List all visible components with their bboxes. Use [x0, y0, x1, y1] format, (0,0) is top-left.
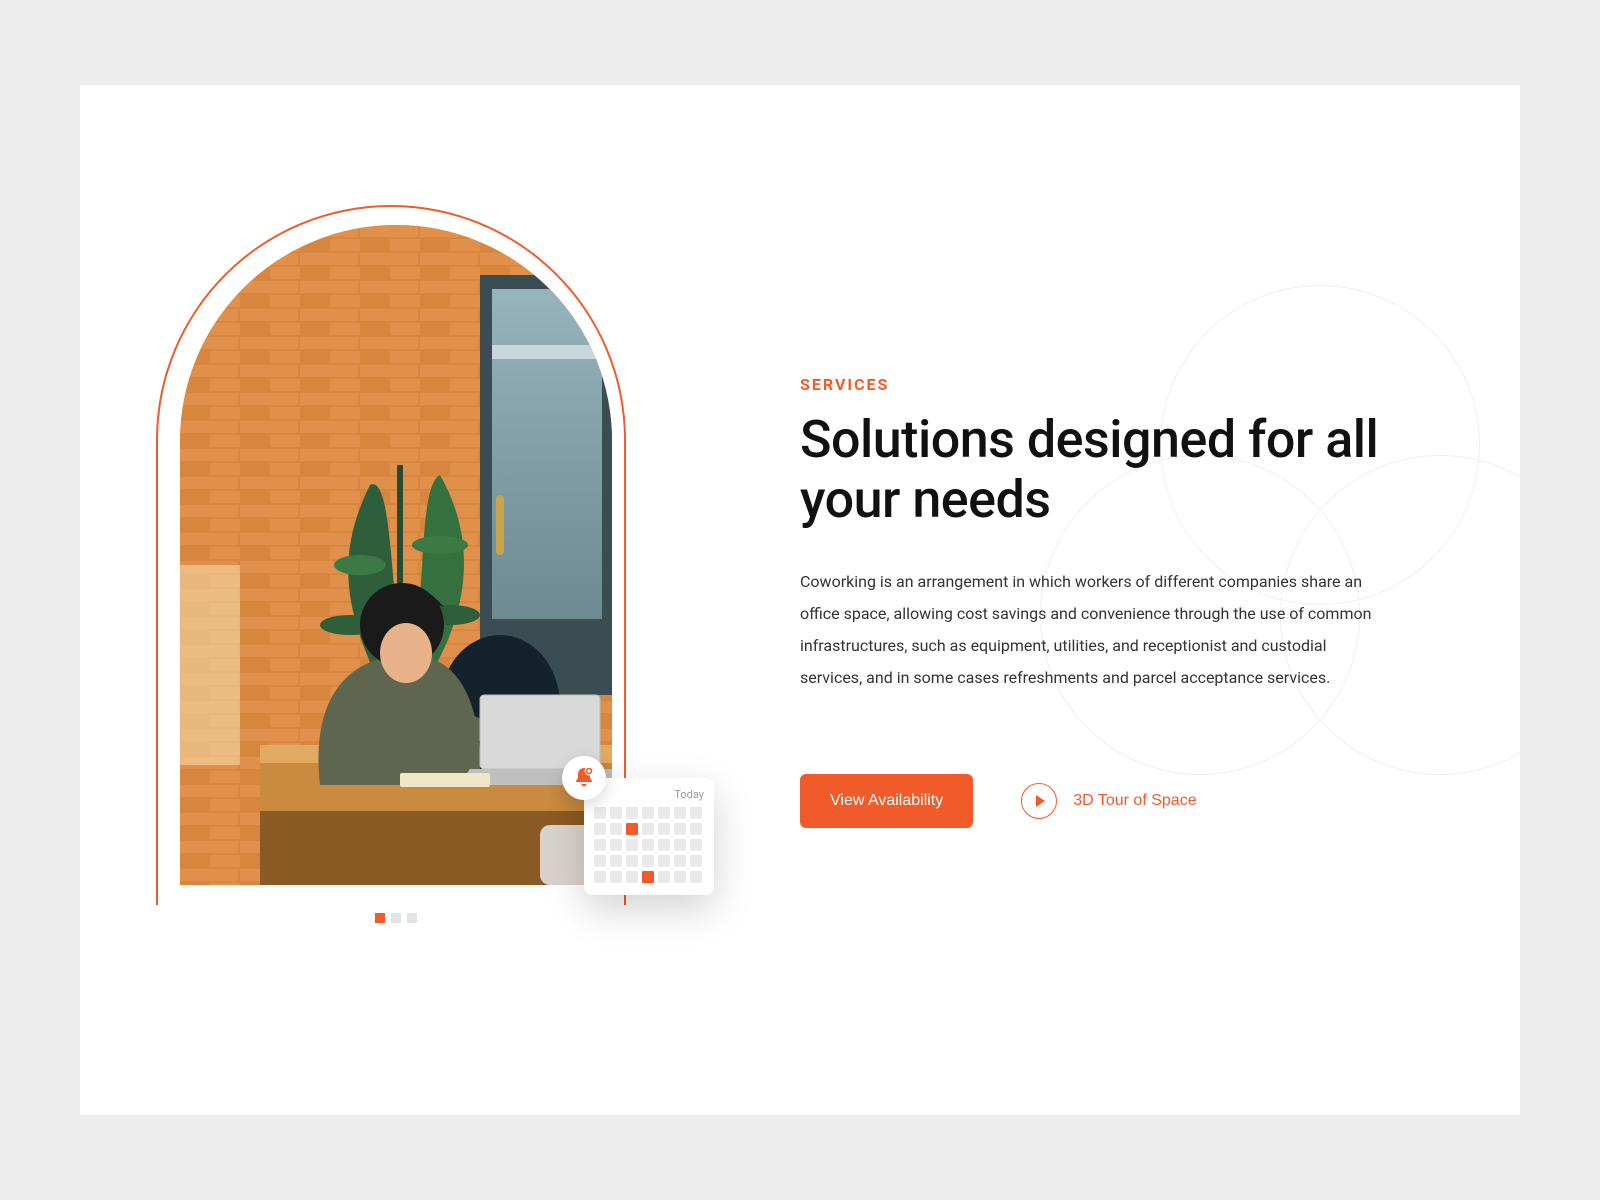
calendar-cell [626, 823, 638, 835]
calendar-cell [642, 855, 654, 867]
carousel-dots [180, 913, 612, 923]
calendar-cell [610, 823, 622, 835]
calendar-cell [658, 839, 670, 851]
calendar-cell [642, 807, 654, 819]
calendar-cell [674, 855, 686, 867]
calendar-grid [594, 807, 704, 883]
calendar-cell [610, 855, 622, 867]
calendar-label: Today [594, 788, 704, 801]
calendar-cell [674, 807, 686, 819]
carousel-dot[interactable] [391, 913, 401, 923]
calendar-cell [690, 855, 702, 867]
notification-bell-icon [562, 756, 606, 800]
view-availability-button[interactable]: View Availability [800, 774, 973, 828]
calendar-cell [626, 839, 638, 851]
calendar-cell [594, 823, 606, 835]
calendar-cell [594, 871, 606, 883]
calendar-card: Today [584, 778, 714, 895]
cta-row: View Availability 3D Tour of Space [800, 774, 1420, 828]
calendar-cell [690, 823, 702, 835]
calendar-cell [610, 807, 622, 819]
hero-image [180, 225, 612, 885]
section-body: Coworking is an arrangement in which wor… [800, 566, 1380, 694]
section-headline: Solutions designed for all your needs [800, 410, 1420, 530]
calendar-cell [626, 807, 638, 819]
calendar-cell [658, 871, 670, 883]
play-icon [1021, 783, 1057, 819]
carousel-dot[interactable] [407, 913, 417, 923]
calendar-cell [594, 855, 606, 867]
services-section: Today SERVICES Solutions designed for al… [80, 85, 1520, 1115]
calendar-cell [610, 871, 622, 883]
carousel-dot[interactable] [375, 913, 385, 923]
calendar-cell [674, 871, 686, 883]
calendar-cell [658, 855, 670, 867]
calendar-cell [642, 871, 654, 883]
hero-illustration [180, 225, 612, 885]
calendar-cell [626, 855, 638, 867]
calendar-cell [690, 871, 702, 883]
calendar-cell [594, 839, 606, 851]
tour-button-label: 3D Tour of Space [1073, 792, 1196, 810]
calendar-cell [658, 823, 670, 835]
section-eyebrow: SERVICES [800, 375, 1420, 394]
calendar-cell [594, 807, 606, 819]
calendar-cell [642, 823, 654, 835]
calendar-cell [674, 823, 686, 835]
text-column: SERVICES Solutions designed for all your… [800, 225, 1420, 828]
calendar-cell [626, 871, 638, 883]
calendar-cell [674, 839, 686, 851]
calendar-cell [642, 839, 654, 851]
tour-button[interactable]: 3D Tour of Space [1021, 783, 1196, 819]
calendar-cell [690, 807, 702, 819]
calendar-cell [658, 807, 670, 819]
hero-column: Today [180, 225, 700, 923]
calendar-cell [610, 839, 622, 851]
calendar-cell [690, 839, 702, 851]
